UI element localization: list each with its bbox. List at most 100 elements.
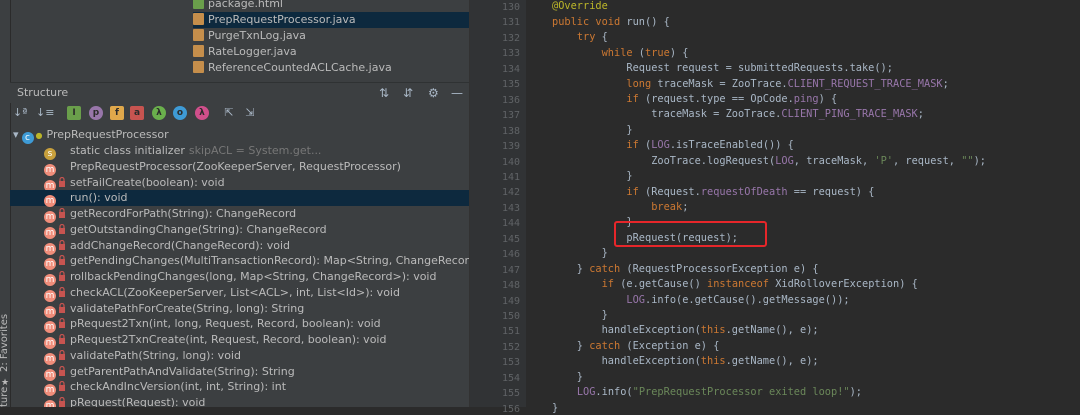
member-signature: validatePath(String, long): void <box>70 348 241 362</box>
code-line: } <box>552 124 633 136</box>
lock-icon <box>58 302 66 313</box>
file-name: PrepRequestProcessor.java <box>208 13 356 26</box>
lock-icon <box>58 239 66 250</box>
lock-icon <box>58 333 66 344</box>
member-signature: static class initializer <box>70 144 185 157</box>
member-signature: getOutstandingChange(String): ChangeReco… <box>70 222 327 236</box>
show-inherited-icon[interactable]: I <box>67 106 81 120</box>
favorites-tab[interactable]: 2: Favorites <box>0 314 10 372</box>
line-number: 150 <box>501 311 520 322</box>
lock-icon <box>58 380 66 392</box>
line-number: 141 <box>501 171 520 183</box>
method-item[interactable]: m getRecordForPath(String): ChangeRecord <box>10 206 469 223</box>
line-number: 133 <box>501 48 520 60</box>
method-item[interactable]: m getOutstandingChange(String): ChangeRec… <box>10 222 469 239</box>
autoscroll-from-source-icon[interactable]: ⇲ <box>243 106 257 120</box>
show-properties-icon[interactable]: p <box>89 106 103 120</box>
line-number: 149 <box>501 295 520 307</box>
line-number: 154 <box>501 372 520 384</box>
member-signature: pRequest(Request): void <box>70 396 206 407</box>
method-icon: m <box>44 400 56 407</box>
code-line: Request request = submittedRequests.take… <box>552 62 893 74</box>
member-signature: pRequest2Txn(int, long, Request, Record,… <box>70 317 381 331</box>
file-item[interactable]: package.html <box>193 0 469 12</box>
line-number: 139 <box>501 141 520 153</box>
structure-title: Structure <box>17 86 69 99</box>
code-line: handleException(this.getName(), e); <box>552 355 819 367</box>
line-number: 134 <box>501 63 520 75</box>
structure-toolbar: ↓ª ↓≡ I p f a λ o λ ⇱ ⇲ <box>10 103 469 125</box>
line-number: 135 <box>501 79 520 91</box>
hide-icon[interactable]: — <box>451 83 463 103</box>
show-fields-icon[interactable]: f <box>110 106 124 120</box>
method-item[interactable]: m validatePathForCreate(String, long): St… <box>10 301 469 318</box>
structure-tab[interactable]: ture <box>0 387 10 407</box>
lock-icon <box>58 396 66 407</box>
member-signature: getParentPathAndValidate(String): String <box>70 364 295 378</box>
expand-all-icon[interactable]: ⇅ <box>379 83 389 103</box>
static-initializer-item[interactable]: s static class initializer skipACL = Syste… <box>10 143 469 160</box>
method-item[interactable]: m pRequest2Txn(int, long, Request, Record… <box>10 316 469 334</box>
structure-root[interactable]: ▾ c ● PrepRequestProcessor <box>10 127 469 144</box>
line-number: 146 <box>501 249 520 261</box>
highlight-box <box>614 221 767 247</box>
code-line: LOG.info(e.getCause().getMessage()); <box>626 294 850 306</box>
public-marker <box>58 145 66 155</box>
method-item[interactable]: m pRequest2TxnCreate(int, Request, Record… <box>10 332 469 349</box>
line-number: 153 <box>501 357 520 369</box>
method-item[interactable]: m addChangeRecord(ChangeRecord): void <box>10 238 469 255</box>
sort-visibility-icon[interactable]: ↓≡ <box>36 106 54 120</box>
show-lambdas-icon[interactable]: λ <box>152 106 166 120</box>
member-signature: addChangeRecord(ChangeRecord): void <box>70 238 291 252</box>
lock-icon <box>58 207 66 218</box>
code-line: LOG.info("PrepRequestProcessor exited lo… <box>576 386 863 398</box>
method-item[interactable]: m checkAndIncVersion(int, int, String): i… <box>10 379 469 397</box>
code-line: } <box>552 170 633 182</box>
code-line: ZooTrace.logRequest(LOG, traceMask, 'P',… <box>552 155 987 167</box>
code-editor[interactable]: 130 131 132 133 134 135 136 137 138 139 140 141 142 1… <box>469 0 1080 415</box>
method-item[interactable]: m rollbackPendingChanges(long, Map<String… <box>10 269 469 286</box>
lock-icon <box>58 317 66 329</box>
file-item[interactable]: RateLogger.java <box>193 44 469 60</box>
gear-icon[interactable]: ⚙ <box>428 83 439 103</box>
method-item[interactable]: m pRequest(Request): void <box>10 395 469 407</box>
sort-alpha-icon[interactable]: ↓ª <box>13 106 27 120</box>
method-item[interactable]: m validatePath(String, long): void <box>10 348 469 365</box>
member-signature: checkAndIncVersion(int, int, String): in… <box>70 380 287 394</box>
member-signature: getPendingChanges(MultiTransactionRecord… <box>70 254 469 268</box>
structure-header: Structure ⇅ ⇵ ⚙ — <box>10 82 469 103</box>
favorites-tab-label: 2: Favorites <box>0 313 10 372</box>
lock-icon <box>58 223 66 234</box>
code-line: } <box>552 371 583 383</box>
method-item[interactable]: m PrepRequestProcessor(ZooKeeperServer, R… <box>10 159 469 176</box>
autoscroll-to-source-icon[interactable]: ⇱ <box>222 106 236 120</box>
line-number: 144 <box>501 218 520 230</box>
member-signature: validatePathForCreate(String, long): Str… <box>70 301 305 315</box>
show-non-public-icon[interactable]: a <box>130 106 144 120</box>
method-item[interactable]: m setFailCreate(boolean): void <box>10 175 469 192</box>
file-item-selected[interactable]: PrepRequestProcessor.java <box>193 12 469 28</box>
structure-tab-label: ture <box>0 386 10 407</box>
file-name: PurgeTxnLog.java <box>208 29 306 42</box>
code-line: traceMask = ZooTrace.CLIENT_PING_TRACE_M… <box>552 108 924 120</box>
method-item[interactable]: m checkACL(ZooKeeperServer, List<ACL>, in… <box>10 285 469 302</box>
method-item[interactable]: m getPendingChanges(MultiTransactionRecor… <box>10 253 469 271</box>
file-item[interactable]: PurgeTxnLog.java <box>193 28 469 44</box>
member-signature: rollbackPendingChanges(long, Map<String,… <box>70 270 437 283</box>
code-line: while (true) { <box>601 47 689 59</box>
method-item[interactable]: m run(): void <box>10 190 469 208</box>
project-structure-panel: 2: Favorites ★ ture package.html PrepReq… <box>0 0 469 407</box>
lock-icon <box>58 254 66 266</box>
public-icon: ● <box>35 131 43 140</box>
java-file-icon <box>193 13 204 25</box>
code-line: long traceMask = ZooTrace.CLIENT_REQUEST… <box>626 78 949 90</box>
collapse-all-icon[interactable]: ⇵ <box>403 83 413 103</box>
file-item[interactable]: ReferenceCountedACLCache.java <box>193 60 469 76</box>
show-anonymous-icon[interactable]: o <box>173 106 187 120</box>
show-class-icon[interactable]: λ <box>195 106 209 120</box>
line-number: 137 <box>501 110 520 122</box>
line-number: 156 <box>501 403 520 415</box>
method-item[interactable]: m getParentPathAndValidate(String): Strin… <box>10 364 469 381</box>
code-line: handleException(this.getName(), e); <box>552 324 819 336</box>
code-line: } catch (RequestProcessorException e) { <box>552 263 819 275</box>
